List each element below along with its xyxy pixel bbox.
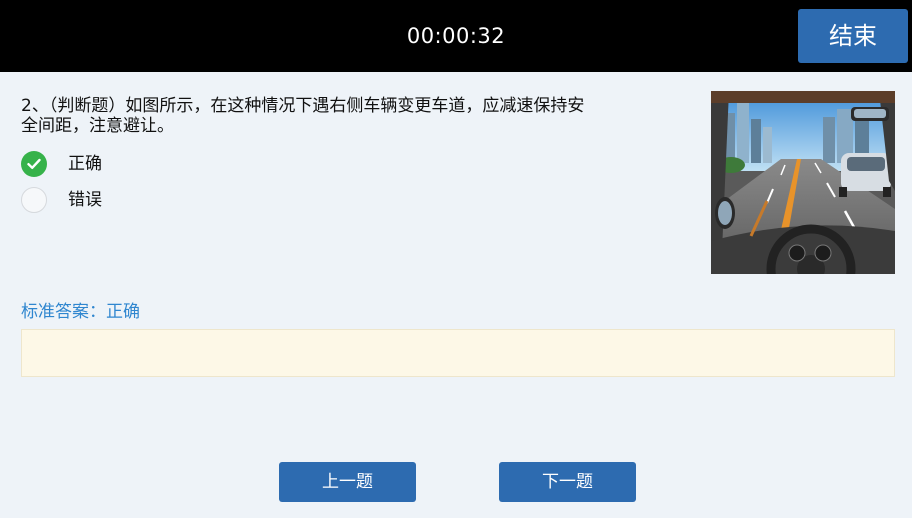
- option-correct[interactable]: 正确: [21, 151, 221, 177]
- radio-checked[interactable]: [21, 151, 47, 177]
- end-exam-button[interactable]: 结束: [798, 9, 908, 63]
- option-label: 错误: [68, 190, 102, 210]
- driving-scene-image: [711, 91, 895, 274]
- option-wrong[interactable]: 错误: [21, 187, 221, 213]
- exam-timer: 00:00:32: [406, 24, 506, 48]
- next-question-button[interactable]: 下一题: [499, 462, 636, 502]
- question-text-line-1: 2、（判断题）如图所示，在这种情况下遇右侧车辆变更车道，应减速保持安: [21, 96, 585, 116]
- question-text: 2、（判断题）如图所示，在这种情况下遇右侧车辆变更车道，应减速保持安 全间距，注…: [21, 96, 661, 136]
- check-icon: [27, 158, 41, 169]
- radio-unchecked[interactable]: [21, 187, 47, 213]
- standard-answer-label: 标准答案：正确: [21, 302, 140, 322]
- question-text-line-2: 全间距，注意避让。: [21, 116, 174, 136]
- question-image: [711, 91, 895, 274]
- answer-explanation-box: [21, 329, 895, 377]
- option-label: 正确: [68, 154, 102, 174]
- previous-question-button[interactable]: 上一题: [279, 462, 416, 502]
